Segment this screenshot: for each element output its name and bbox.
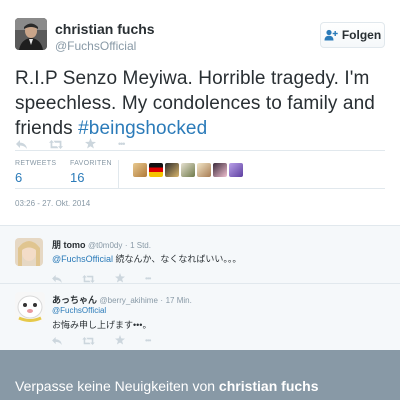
hashtag-link[interactable]: #beingshocked	[78, 118, 207, 139]
reply-author: 朋 tomo @t0m0dy · 1 Std.	[52, 240, 151, 250]
author-avatar[interactable]	[15, 18, 47, 50]
author-name[interactable]: christian fuchs	[55, 21, 155, 37]
retweet-icon[interactable]	[82, 335, 95, 347]
reply-item[interactable]: 朋 tomo @t0m0dy · 1 Std. @FuchsOfficial 続…	[0, 236, 400, 298]
reply-mention[interactable]: @FuchsOfficial	[52, 254, 113, 264]
tweet-actions: •••	[16, 138, 126, 151]
retweets-count: 6	[15, 170, 23, 185]
reply-mention-line: @FuchsOfficial	[52, 306, 106, 315]
banner-author-name[interactable]: christian fuchs	[219, 378, 319, 394]
reply-avatar[interactable]	[15, 292, 45, 322]
favoriter-avatar[interactable]	[149, 163, 163, 177]
favorites-stat[interactable]: FAVORITEN 16	[70, 160, 112, 185]
reply-icon[interactable]	[16, 139, 27, 151]
reply-body: お悔み申し上げます•••。	[52, 320, 152, 330]
reply-mention[interactable]: @FuchsOfficial	[52, 306, 106, 315]
tweet-text: R.I.P Senzo Meyiwa. Horrible tragedy. I'…	[15, 66, 390, 141]
reply-text: お悔み申し上げます•••。	[52, 318, 151, 331]
favoriter-avatar[interactable]	[229, 163, 243, 177]
star-icon[interactable]	[115, 335, 125, 347]
tweet-header: christian fuchs @FuchsOfficial Folgen	[15, 18, 385, 58]
reply-author-handle[interactable]: @berry_akihime	[100, 296, 158, 305]
replies-section: 朋 tomo @t0m0dy · 1 Std. @FuchsOfficial 続…	[0, 225, 400, 350]
favorites-label: FAVORITEN	[70, 160, 112, 167]
signup-banner: Verpasse keine Neuigkeiten von christian…	[0, 350, 400, 400]
reply-actions: •••	[52, 335, 151, 347]
reply-divider	[0, 283, 400, 284]
favoriter-avatar[interactable]	[181, 163, 195, 177]
star-icon[interactable]	[85, 138, 96, 151]
reply-text: @FuchsOfficial 続なんか、なくなればいい。。。	[52, 252, 241, 265]
reply-time[interactable]: 17 Min.	[166, 296, 192, 305]
favoriter-avatar[interactable]	[197, 163, 211, 177]
more-icon[interactable]: •••	[145, 275, 151, 283]
divider	[15, 188, 385, 189]
follow-button-label: Folgen	[341, 28, 382, 42]
reply-author-handle[interactable]: @t0m0dy	[88, 241, 122, 250]
reply-item[interactable]: あっちゃん @berry_akihime · 17 Min. @FuchsOff…	[0, 292, 400, 350]
stats-divider	[118, 160, 119, 188]
tweet-timestamp[interactable]: 03:26 - 27. Okt. 2014	[15, 199, 90, 208]
favoriter-avatar[interactable]	[213, 163, 227, 177]
follow-person-plus-icon	[324, 29, 338, 41]
reply-author: あっちゃん @berry_akihime · 17 Min.	[52, 295, 192, 305]
reply-time[interactable]: 1 Std.	[130, 241, 151, 250]
author-handle[interactable]: @FuchsOfficial	[55, 39, 136, 53]
banner-prefix: Verpasse keine Neuigkeiten von	[15, 378, 216, 394]
favoriter-avatars	[133, 163, 243, 177]
reply-body: 続なんか、なくなればいい。。。	[115, 254, 242, 264]
tweet-stats: RETWEETS 6 FAVORITEN 16	[15, 160, 385, 196]
more-icon[interactable]: •••	[118, 140, 126, 149]
favorites-count: 16	[70, 170, 85, 185]
retweets-label: RETWEETS	[15, 160, 57, 167]
reply-author-name[interactable]: あっちゃん	[52, 295, 97, 305]
reply-icon[interactable]	[52, 335, 62, 347]
favoriter-avatar[interactable]	[165, 163, 179, 177]
reply-avatar[interactable]	[15, 238, 43, 266]
banner-text: Verpasse keine Neuigkeiten von christian…	[15, 378, 319, 394]
favoriter-avatar[interactable]	[133, 163, 147, 177]
reply-author-name[interactable]: 朋 tomo	[52, 240, 86, 250]
follow-button[interactable]: Folgen	[320, 22, 385, 48]
retweet-icon[interactable]	[49, 139, 63, 151]
retweets-stat[interactable]: RETWEETS 6	[15, 160, 56, 185]
more-icon[interactable]: •••	[145, 337, 151, 345]
